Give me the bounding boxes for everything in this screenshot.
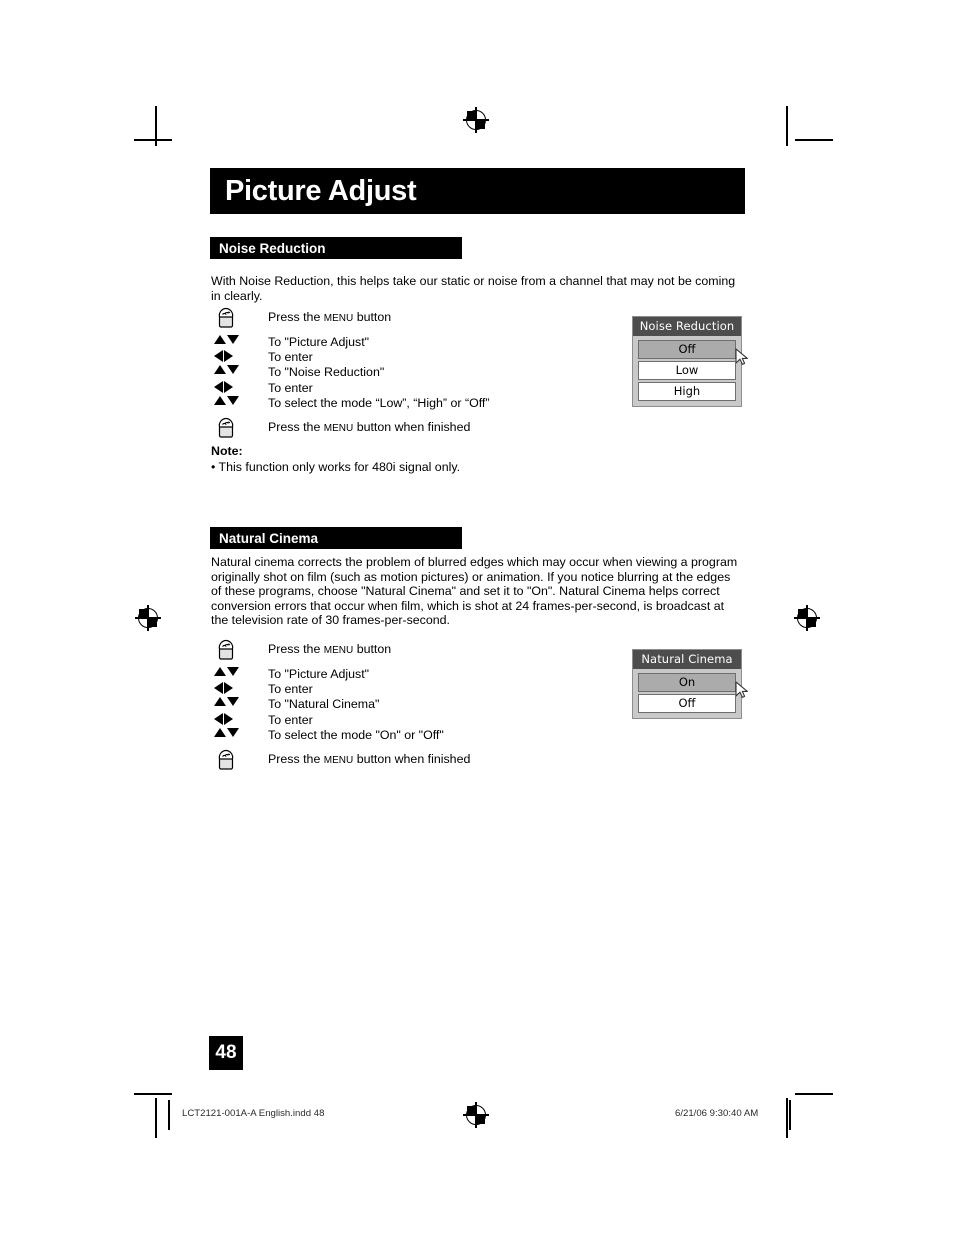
crop-mark-top-right-vertical bbox=[786, 106, 788, 146]
hand-press-icon bbox=[211, 416, 268, 440]
step-row: To select the mode "On" or "Off" bbox=[211, 727, 631, 743]
osd-title: Noise Reduction bbox=[633, 317, 741, 336]
step-row: Press the Menu button when finished bbox=[211, 416, 631, 440]
footer-divider-right bbox=[789, 1100, 791, 1130]
left-right-arrows-icon bbox=[211, 712, 268, 725]
step-label: To "Natural Cinema" bbox=[268, 697, 380, 712]
step-row: Press the Menu button when finished bbox=[211, 748, 631, 772]
osd-option-off[interactable]: Off bbox=[638, 694, 736, 713]
step-row: To enter bbox=[211, 380, 631, 396]
step-label: To "Noise Reduction" bbox=[268, 365, 385, 380]
step-row: To select the mode “Low”, “High” or “Off… bbox=[211, 395, 631, 411]
steps-list-natural-cinema: Press the Menu button To "Picture Adjust… bbox=[211, 638, 631, 772]
step-label: To select the mode "On" or "Off" bbox=[268, 727, 444, 742]
hand-press-icon bbox=[211, 748, 268, 772]
osd-option-label: Low bbox=[675, 363, 699, 377]
hand-press-icon bbox=[211, 638, 268, 662]
step-label: Press the Menu button when finished bbox=[268, 751, 471, 766]
osd-option-list: Off Low High bbox=[633, 336, 748, 401]
step-label: To enter bbox=[268, 350, 313, 365]
step-row: Press the Menu button bbox=[211, 638, 631, 662]
osd-option-label: Off bbox=[678, 696, 696, 710]
up-down-arrows-icon bbox=[211, 697, 268, 707]
up-down-arrows-icon bbox=[211, 335, 268, 344]
pointer-cursor-icon bbox=[734, 681, 750, 699]
section-body-noise-reduction: With Noise Reduction, this helps take ou… bbox=[211, 274, 736, 303]
left-right-arrows-icon bbox=[211, 350, 268, 363]
osd-title: Natural Cinema bbox=[633, 650, 741, 669]
footer-timestamp: 6/21/06 9:30:40 AM bbox=[675, 1108, 759, 1119]
crop-mark-bottom-left-vertical bbox=[155, 1098, 157, 1138]
note-item: • This function only works for 480i sign… bbox=[211, 460, 461, 474]
up-down-arrows-icon bbox=[211, 365, 268, 375]
step-row: To enter bbox=[211, 712, 631, 728]
up-down-arrows-icon bbox=[211, 727, 268, 737]
step-label: To enter bbox=[268, 712, 313, 727]
osd-option-list: On Off bbox=[633, 669, 748, 713]
step-label: To select the mode “Low”, “High” or “Off… bbox=[268, 395, 490, 410]
osd-menu-noise-reduction: Noise Reduction Off Low High bbox=[632, 316, 748, 407]
step-row: To "Natural Cinema" bbox=[211, 697, 631, 712]
step-row: To enter bbox=[211, 350, 631, 365]
section-heading-label: Natural Cinema bbox=[219, 530, 319, 546]
step-label: To enter bbox=[268, 380, 313, 395]
registration-mark-bottom bbox=[463, 1102, 489, 1128]
crop-mark-top-left-horizontal bbox=[134, 139, 172, 141]
osd-option-low[interactable]: Low bbox=[638, 361, 736, 380]
hand-press-icon bbox=[211, 306, 268, 330]
page-title: Picture Adjust bbox=[225, 174, 417, 207]
step-row: To enter bbox=[211, 682, 631, 697]
step-label: To enter bbox=[268, 682, 313, 697]
section-heading-noise-reduction: Noise Reduction bbox=[210, 237, 462, 259]
section-heading-natural-cinema: Natural Cinema bbox=[210, 527, 462, 549]
osd-option-on[interactable]: On bbox=[638, 673, 748, 698]
up-down-arrows-icon bbox=[211, 667, 268, 676]
osd-option-label: Off bbox=[678, 342, 696, 356]
step-row: To "Picture Adjust" bbox=[211, 667, 631, 682]
crop-mark-bottom-left-horizontal bbox=[134, 1093, 172, 1095]
note-heading: Note: bbox=[211, 444, 243, 458]
step-label: Press the Menu button bbox=[268, 641, 392, 656]
step-label: To "Picture Adjust" bbox=[268, 667, 370, 681]
osd-option-label: On bbox=[678, 675, 696, 689]
step-row: Press the Menu button bbox=[211, 306, 631, 330]
osd-option-high[interactable]: High bbox=[638, 382, 736, 401]
osd-option-off[interactable]: Off bbox=[638, 340, 748, 365]
osd-option-label: High bbox=[673, 384, 701, 398]
step-label: To "Picture Adjust" bbox=[268, 335, 370, 349]
registration-mark-left bbox=[135, 605, 161, 631]
left-right-arrows-icon bbox=[211, 380, 268, 393]
registration-mark-top bbox=[463, 107, 489, 133]
step-label: Press the Menu button when finished bbox=[268, 419, 471, 434]
step-row: To "Picture Adjust" bbox=[211, 335, 631, 350]
footer-divider-left bbox=[168, 1100, 170, 1130]
footer-file-name: LCT2121-001A-A English.indd 48 bbox=[182, 1108, 325, 1119]
section-heading-label: Noise Reduction bbox=[219, 240, 326, 256]
up-down-arrows-icon bbox=[211, 395, 268, 405]
step-row: To "Noise Reduction" bbox=[211, 365, 631, 380]
left-right-arrows-icon bbox=[211, 682, 268, 695]
steps-list-noise-reduction: Press the Menu button To "Picture Adjust… bbox=[211, 306, 631, 440]
crop-mark-bottom-right-horizontal bbox=[795, 1093, 833, 1095]
page-title-bar: Picture Adjust bbox=[210, 168, 745, 214]
crop-mark-bottom-right-vertical bbox=[786, 1098, 788, 1138]
registration-mark-right bbox=[794, 605, 820, 631]
page-number: 48 bbox=[209, 1036, 243, 1070]
pointer-cursor-icon bbox=[734, 348, 750, 366]
crop-mark-top-right-horizontal bbox=[795, 139, 833, 141]
step-label: Press the Menu button bbox=[268, 309, 392, 324]
section-body-natural-cinema: Natural cinema corrects the problem of b… bbox=[211, 555, 738, 628]
note-block-noise-reduction: Note: • This function only works for 480… bbox=[211, 444, 631, 475]
osd-menu-natural-cinema: Natural Cinema On Off bbox=[632, 649, 748, 719]
